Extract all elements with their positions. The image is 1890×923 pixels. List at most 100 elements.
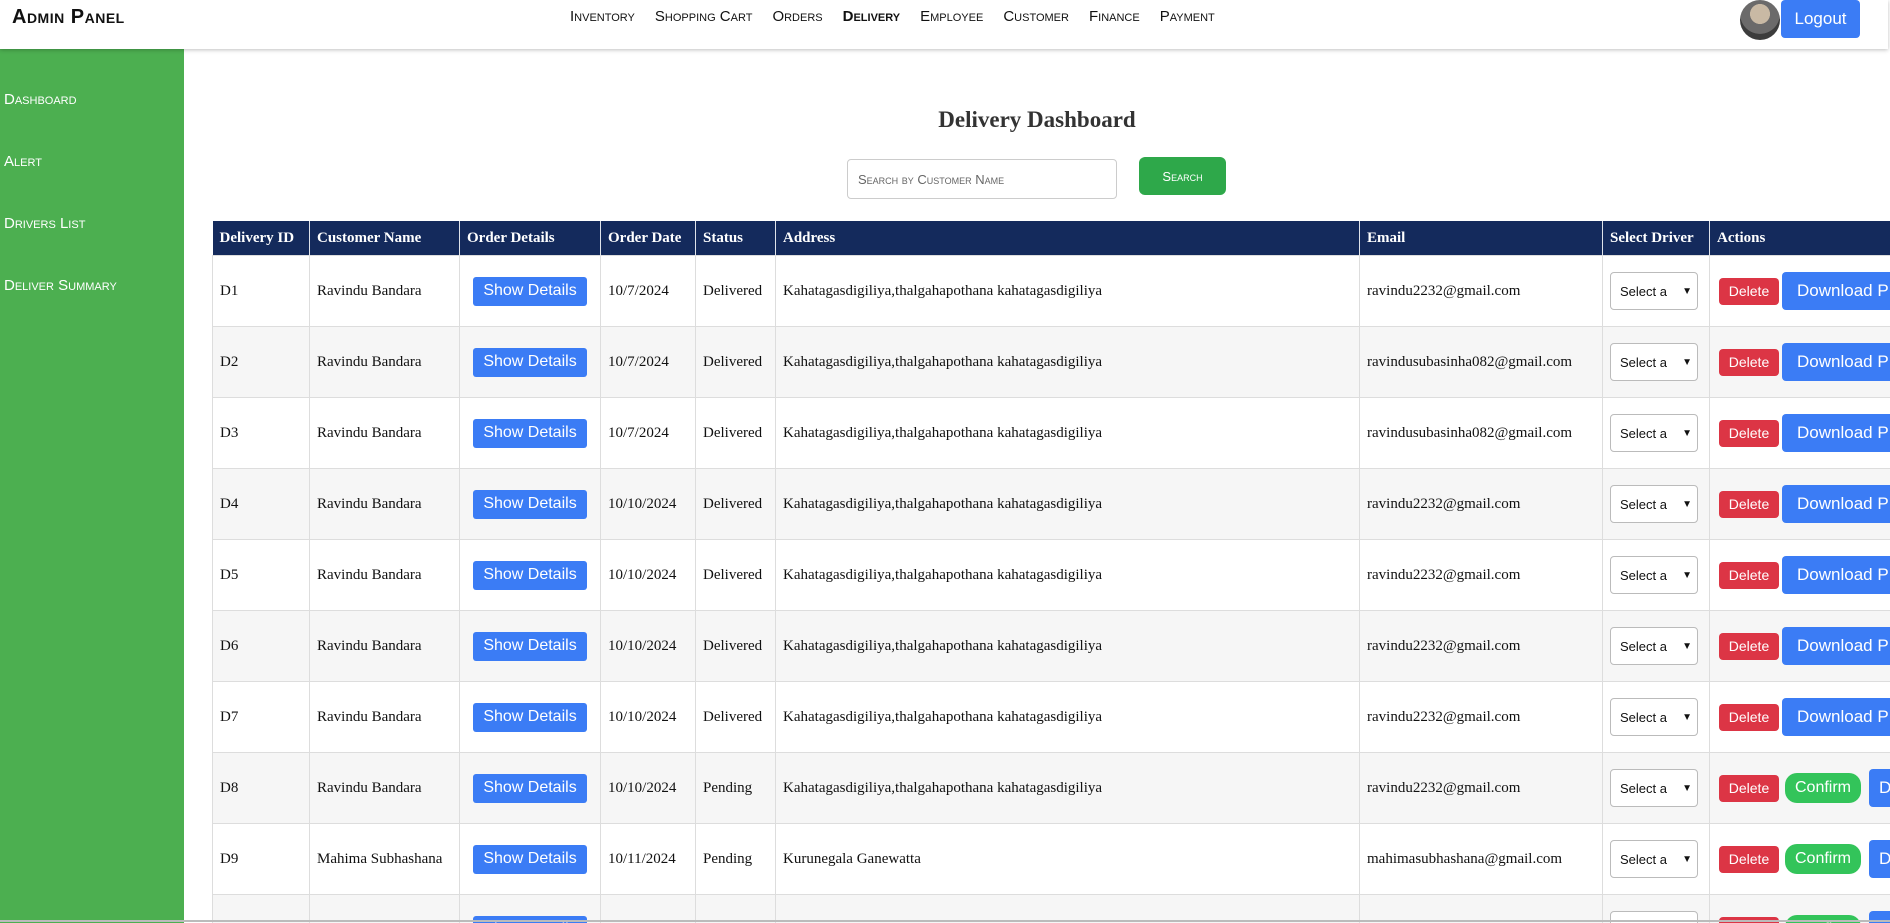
delete-button[interactable]: Delete <box>1719 774 1779 802</box>
delete-button[interactable]: Delete <box>1719 348 1779 376</box>
show-details-button[interactable]: Show Details <box>473 631 587 661</box>
cell-actions: DeleteDownload PD <box>1709 681 1890 753</box>
select-driver-value: Select a <box>1620 638 1667 654</box>
nav-item-employee[interactable]: Employee <box>920 8 983 25</box>
cell-select-driver: Select a▼ <box>1602 681 1710 753</box>
cell-actions: DeleteDownload PD <box>1709 397 1890 469</box>
column-header-select-driver: Select Driver <box>1602 221 1710 256</box>
delete-button[interactable]: Delete <box>1719 632 1779 660</box>
delivery-table-container[interactable]: Delivery ID Customer Name Order Details … <box>212 221 1890 923</box>
show-details-button[interactable]: Show Details <box>473 844 587 874</box>
download-pdf-button[interactable]: Download PD <box>1782 414 1890 452</box>
cell-select-driver: Select a▼ <box>1602 610 1710 682</box>
chevron-down-icon: ▼ <box>1682 285 1692 297</box>
cell-actions: DeleteDownload PD <box>1709 539 1890 611</box>
column-header-order-details: Order Details <box>459 221 601 256</box>
cell-select-driver: Select a▼ <box>1602 894 1710 923</box>
column-header-address: Address <box>775 221 1360 256</box>
search-button[interactable]: Search <box>1139 157 1226 195</box>
confirm-button[interactable]: Confirm <box>1785 844 1861 874</box>
cell-customer-name: Ravindu Bandara <box>309 610 460 682</box>
cell-order-details: Show Details <box>459 752 601 824</box>
table-row: D8 Ravindu Bandara Show Details 10/10/2024 P… <box>212 752 1890 824</box>
download-pdf-button[interactable]: Download PD <box>1782 485 1890 523</box>
nav-item-payment[interactable]: Payment <box>1160 8 1215 25</box>
select-driver-dropdown[interactable]: Select a ▼ <box>1610 556 1698 594</box>
nav-item-shopping-cart[interactable]: Shopping Cart <box>655 8 753 25</box>
select-driver-dropdown[interactable]: Select a ▼ <box>1610 840 1698 878</box>
cell-order-details: Show Details <box>459 397 601 469</box>
nav-item-customer[interactable]: Customer <box>1003 8 1069 25</box>
sidebar-item-dashboard[interactable]: Dashboard <box>4 91 77 108</box>
cell-status: Delivered <box>695 255 776 327</box>
cell-actions: DeleteDownload PD <box>1709 468 1890 540</box>
download-pdf-button[interactable]: Download PD <box>1782 556 1890 594</box>
delete-button[interactable]: Delete <box>1719 419 1779 447</box>
logout-button[interactable]: Logout <box>1781 0 1860 38</box>
cell-address: Kahatagasdigiliya,thalgahapothana kahata… <box>775 255 1360 327</box>
avatar[interactable] <box>1740 0 1780 40</box>
cell-email: ravindu2232@gmail.com <box>1359 752 1603 824</box>
nav-item-inventory[interactable]: Inventory <box>570 8 635 25</box>
chevron-down-icon: ▼ <box>1682 711 1692 723</box>
sidebar-item-drivers-list[interactable]: Drivers List <box>4 215 85 232</box>
show-details-button[interactable]: Show Details <box>473 702 587 732</box>
cell-email: ravindu2232@gmail.com <box>1359 539 1603 611</box>
download-pdf-button[interactable]: D <box>1869 840 1890 878</box>
select-driver-dropdown[interactable]: Select a ▼ <box>1610 485 1698 523</box>
cell-address: Kahatagasdigiliya,thalgahapothana kahata… <box>775 397 1360 469</box>
download-pdf-button[interactable]: Download PD <box>1782 698 1890 736</box>
show-details-button[interactable]: Show Details <box>473 276 587 306</box>
download-pdf-button[interactable]: Download PD <box>1782 272 1890 310</box>
cell-address: Kahatagasdigiliya,thalgahapothana kahata… <box>775 326 1360 398</box>
select-driver-dropdown[interactable]: Select a ▼ <box>1610 769 1698 807</box>
show-details-button[interactable]: Show Details <box>473 347 587 377</box>
cell-order-date: 10/10/2024 <box>600 468 696 540</box>
select-driver-dropdown[interactable]: Select a ▼ <box>1610 627 1698 665</box>
select-driver-dropdown[interactable]: Select a ▼ <box>1610 414 1698 452</box>
cell-actions: DeleteConfirm D <box>1709 823 1890 895</box>
cell-order-details: Show Details <box>459 681 601 753</box>
download-pdf-button[interactable]: Download PD <box>1782 343 1890 381</box>
cell-order-date <box>600 894 696 923</box>
show-details-button[interactable]: Show Details <box>473 560 587 590</box>
nav-item-orders[interactable]: Orders <box>772 8 822 25</box>
show-details-button[interactable]: Show Details <box>473 773 587 803</box>
cell-select-driver: Select a▼ <box>1602 752 1710 824</box>
cell-status: Delivered <box>695 610 776 682</box>
cell-address: Kahatagasdigiliya,thalgahapothana kahata… <box>775 539 1360 611</box>
delete-button[interactable]: Delete <box>1719 561 1779 589</box>
delete-button[interactable]: Delete <box>1719 277 1779 305</box>
select-driver-dropdown[interactable]: Select a ▼ <box>1610 343 1698 381</box>
sidebar-item-deliver-summary[interactable]: Deliver Summary <box>4 277 117 294</box>
cell-order-date: 10/10/2024 <box>600 610 696 682</box>
table-row: D9 Mahima Subhashana Show Details 10/11/202… <box>212 823 1890 895</box>
cell-delivery-id: D7 <box>212 681 310 753</box>
nav-item-finance[interactable]: Finance <box>1089 8 1140 25</box>
sidebar-item-alert[interactable]: Alert <box>4 153 42 170</box>
delete-button[interactable]: Delete <box>1719 703 1779 731</box>
delete-button[interactable]: Delete <box>1719 845 1779 873</box>
cell-customer-name: Ravindu Bandara <box>309 255 460 327</box>
nav-item-delivery[interactable]: Delivery <box>843 8 901 25</box>
cell-actions: DeleteConfirm D <box>1709 752 1890 824</box>
delete-button[interactable]: Delete <box>1719 490 1779 518</box>
download-pdf-button[interactable]: Download PD <box>1782 627 1890 665</box>
confirm-button[interactable]: Confirm <box>1785 773 1861 803</box>
show-details-button[interactable]: Show Details <box>473 489 587 519</box>
cell-status: Pending <box>695 752 776 824</box>
cell-delivery-id: D6 <box>212 610 310 682</box>
table-row: D7 Ravindu Bandara Show Details 10/10/2024 D… <box>212 681 1890 753</box>
cell-email: ravindusubasinha082@gmail.com <box>1359 397 1603 469</box>
cell-email: ravindu2232@gmail.com <box>1359 610 1603 682</box>
cell-order-date: 10/7/2024 <box>600 255 696 327</box>
select-driver-dropdown[interactable]: Select a ▼ <box>1610 698 1698 736</box>
download-pdf-button[interactable]: D <box>1869 769 1890 807</box>
cell-status: Delivered <box>695 326 776 398</box>
search-input[interactable] <box>847 159 1117 199</box>
show-details-button[interactable]: Show Details <box>473 418 587 448</box>
cell-select-driver: Select a▼ <box>1602 468 1710 540</box>
cell-customer-name: Ravindu Bandara <box>309 752 460 824</box>
select-driver-dropdown[interactable]: Select a ▼ <box>1610 272 1698 310</box>
main-nav: Inventory Shopping Cart Orders Delivery … <box>570 8 1215 25</box>
